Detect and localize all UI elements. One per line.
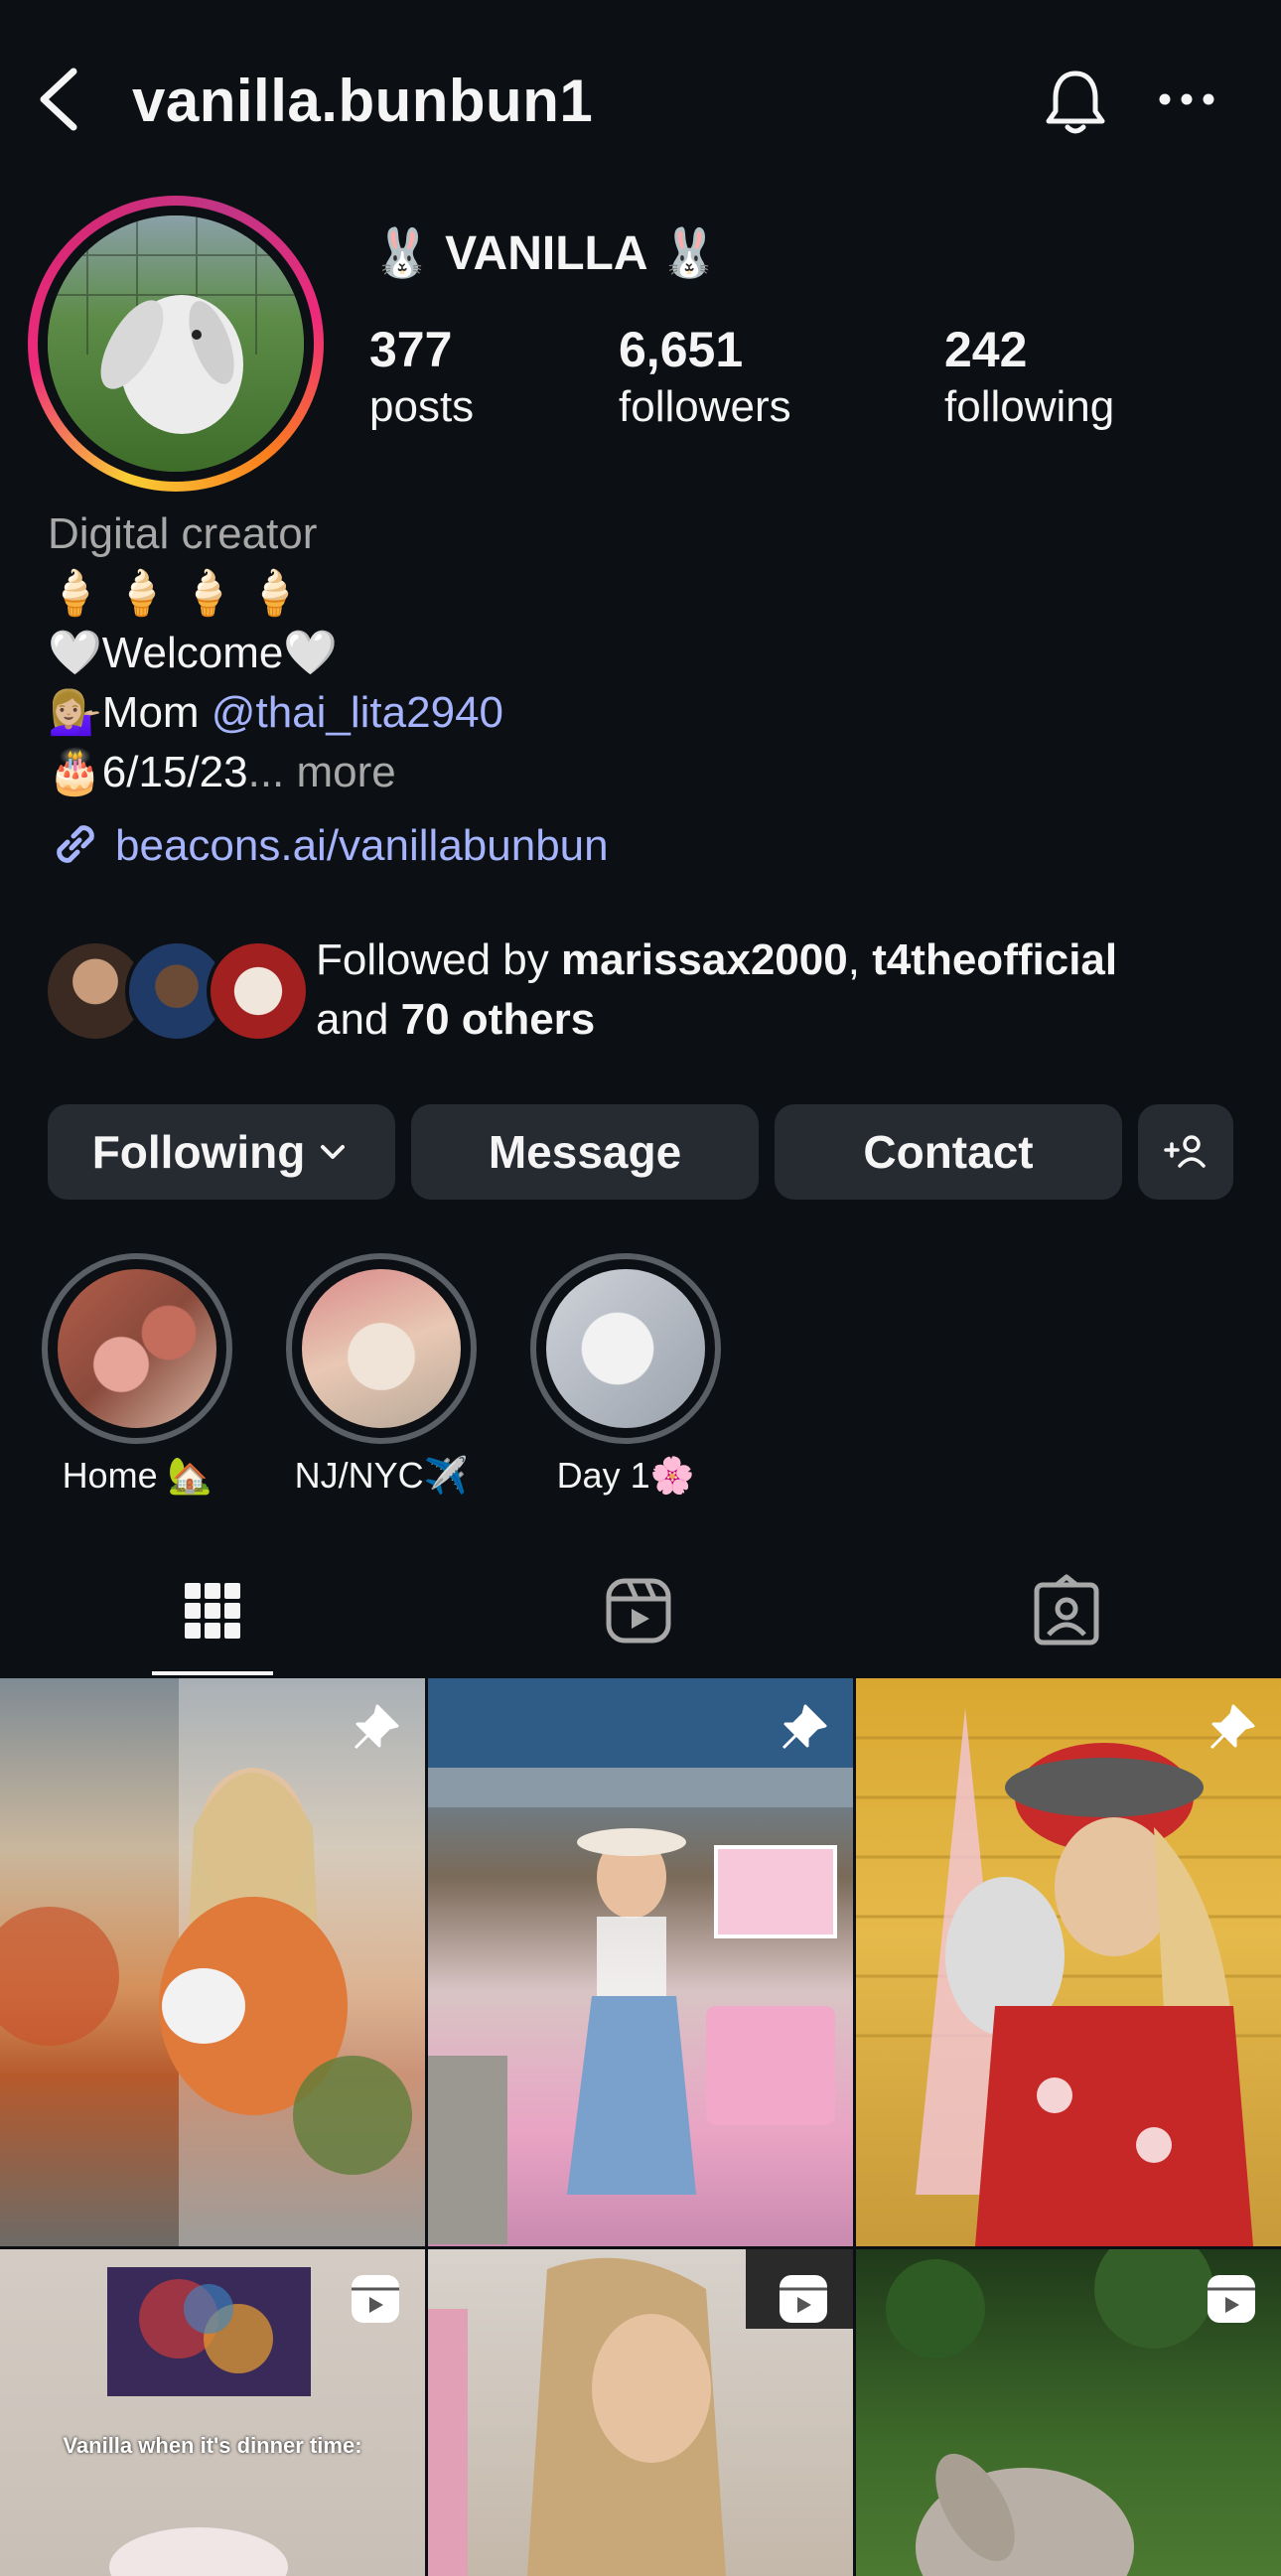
message-button[interactable]: Message: [411, 1104, 759, 1200]
stat-followers[interactable]: 6,651 followers: [619, 320, 791, 435]
reel-icon: [780, 2275, 827, 2323]
tagged-icon: [1034, 1574, 1099, 1646]
follower-avatar-3[interactable]: [207, 939, 310, 1043]
following-button[interactable]: Following: [48, 1104, 395, 1200]
highlight-day-1-cover: [546, 1269, 705, 1428]
post-thumbnail-1[interactable]: [0, 1678, 425, 2246]
bio-link-text: beacons.ai/vanillabunbun: [115, 821, 609, 870]
more-horizontal-icon: [1159, 93, 1214, 105]
highlight-home-label: Home 🏡: [62, 1455, 213, 1496]
reel-icon: [1208, 2275, 1255, 2323]
reel-caption-overlay: Vanilla when it's dinner time:: [63, 2433, 362, 2458]
bio-line-2: 🤍Welcome🤍: [48, 629, 339, 677]
profile-username: vanilla.bunbun1: [132, 68, 594, 134]
tab-tagged[interactable]: [1027, 1571, 1106, 1650]
post-thumbnail-4[interactable]: Vanilla when it's dinner time:: [0, 2249, 425, 2576]
followed-by-prefix: Followed by: [316, 935, 562, 984]
post-thumbnail-2[interactable]: [428, 1678, 853, 2246]
post-thumbnail-5[interactable]: [428, 2249, 853, 2576]
avatar-photo: [48, 215, 304, 472]
display-name: 🐰 VANILLA 🐰: [372, 227, 719, 280]
message-button-label: Message: [488, 1126, 682, 1178]
more-options-button[interactable]: [1152, 70, 1221, 129]
suggest-people-button[interactable]: [1138, 1104, 1233, 1200]
highlight-day-1[interactable]: [530, 1253, 721, 1444]
chevron-left-icon: [40, 68, 77, 131]
tab-posts-grid[interactable]: [173, 1571, 252, 1650]
highlight-day-1-label: Day 1🌸: [556, 1455, 695, 1496]
bio-category: Digital creator: [48, 509, 318, 558]
bio-external-link[interactable]: beacons.ai/vanillabunbun: [48, 816, 609, 876]
notifications-button[interactable]: [1038, 64, 1113, 139]
highlight-nj-nyc-label: NJ/NYC✈️: [294, 1455, 469, 1496]
reels-icon: [606, 1578, 671, 1644]
pin-icon: [1210, 1704, 1255, 1750]
contact-button-label: Contact: [863, 1126, 1034, 1178]
followed-by-others: 70 others: [400, 995, 596, 1044]
grid-icon: [185, 1583, 240, 1639]
stat-posts-label: posts: [369, 382, 475, 431]
pin-icon: [782, 1704, 827, 1750]
add-person-icon: [1164, 1135, 1206, 1168]
stat-following-label: following: [944, 382, 1115, 431]
followed-by-user-2: t4theofficial: [872, 935, 1118, 984]
highlight-nj-nyc[interactable]: [286, 1253, 477, 1444]
stat-posts-value: 377: [369, 322, 453, 377]
bio-more-link[interactable]: ... more: [248, 748, 396, 796]
chevron-down-icon: [321, 1145, 346, 1159]
stat-following-value: 242: [944, 322, 1028, 377]
profile-avatar[interactable]: [28, 196, 324, 492]
bio-line-3: 💁🏼‍♀️Mom @thai_lita2940: [48, 683, 503, 743]
highlight-nj-nyc-cover: [302, 1269, 461, 1428]
tab-reels[interactable]: [599, 1571, 678, 1650]
post-thumbnail-3[interactable]: [856, 1678, 1281, 2246]
followed-by-separator: ,: [847, 935, 873, 984]
stat-followers-value: 6,651: [619, 322, 744, 377]
highlight-home-cover: [58, 1269, 216, 1428]
stat-followers-label: followers: [619, 382, 791, 431]
following-button-label: Following: [91, 1126, 306, 1178]
stat-posts[interactable]: 377 posts: [369, 320, 474, 435]
bio-line-3-text: 💁🏼‍♀️Mom: [48, 688, 212, 737]
contact-button[interactable]: Contact: [775, 1104, 1122, 1200]
highlight-home[interactable]: [42, 1253, 232, 1444]
stat-following[interactable]: 242 following: [944, 320, 1114, 435]
followed-by-user-1: marissax2000: [561, 935, 848, 984]
followed-by-text[interactable]: Followed by marissax2000, t4theofficial …: [316, 930, 1259, 1050]
post-thumbnail-6[interactable]: [856, 2249, 1281, 2576]
reel-icon: [352, 2275, 399, 2323]
pin-icon: [354, 1704, 399, 1750]
link-icon: [57, 825, 94, 863]
bio-line-4-text: 🎂6/15/23: [48, 748, 248, 796]
followed-by-and: and: [316, 995, 401, 1044]
active-tab-indicator: [152, 1671, 273, 1675]
bio-mention-link[interactable]: @thai_lita2940: [212, 688, 503, 737]
bio-line-1: 🍦 🍦 🍦 🍦: [48, 569, 302, 618]
bell-icon: [1046, 71, 1105, 134]
bio-line-4: 🎂6/15/23... more: [48, 743, 396, 802]
back-button[interactable]: [30, 62, 85, 137]
